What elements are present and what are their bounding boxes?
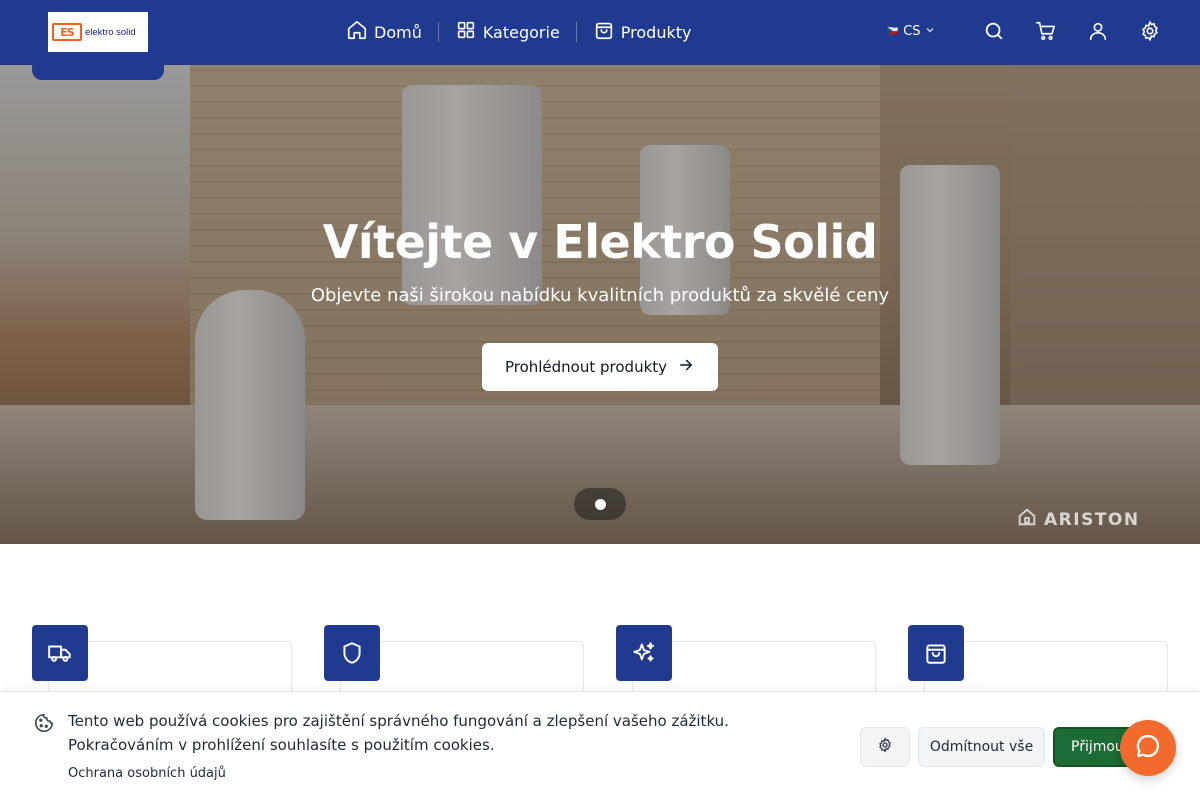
gear-icon [877,737,893,757]
nav-divider [575,22,577,42]
brand-watermark: ARISTON [1016,506,1140,533]
slider-pagination [574,488,626,520]
logo-mark: ES [52,23,82,41]
cart-icon[interactable] [1035,20,1059,44]
cookie-icon [33,712,55,734]
brand-watermark-text: ARISTON [1044,509,1140,530]
button-label: Prohlédnout produkty [504,358,668,376]
search-icon[interactable] [983,20,1007,44]
hero-banner: Vítejte v Elektro Solid Objevte naši šir… [0,65,1200,544]
sparkles-icon [616,625,672,681]
main-nav: Domů Kategorie Produkty [346,20,691,44]
top-navbar: ES elektro solid Domů Kategorie Produkty… [0,0,1200,80]
flag-icon: 🇨🇿 [887,26,900,37]
user-icon[interactable] [1087,20,1111,44]
nav-item-categories[interactable]: Kategorie [455,19,560,45]
cookie-consent-bar: Tento web používá cookies pro zajištění … [0,691,1200,800]
nav-divider [437,22,439,42]
home-icon [346,19,374,45]
hero-subtitle: Objevte naši širokou nabídku kvalitních … [310,285,890,306]
chat-icon [1134,732,1162,764]
language-code: CS [903,24,921,39]
slide-dot[interactable] [594,498,606,510]
nav-item-label: Domů [374,22,422,42]
privacy-policy-link[interactable]: Ochrana osobních údajů [68,766,226,781]
logo[interactable]: ES elektro solid [48,12,148,52]
nav-item-products[interactable]: Produkty [593,19,692,45]
arrow-right-icon [677,356,695,378]
language-selector[interactable]: 🇨🇿 CS [887,24,935,39]
logo-text: elektro solid [85,26,136,38]
nav-item-label: Produkty [620,22,692,42]
grid-icon [455,19,483,45]
house-icon [1016,506,1038,533]
browse-products-button[interactable]: Prohlédnout produkty [482,343,718,391]
hero-title: Vítejte v Elektro Solid [322,215,878,269]
chevron-down-icon [925,24,935,39]
nav-item-home[interactable]: Domů [346,19,422,45]
chat-button[interactable] [1120,720,1176,776]
cookie-message: Tento web používá cookies pro zajištění … [68,712,729,754]
shield-icon [324,625,380,681]
nav-item-label: Kategorie [482,22,560,42]
truck-icon [32,625,88,681]
reject-all-button[interactable]: Odmítnout vše [918,727,1045,767]
bag-icon [593,19,621,45]
settings-icon[interactable] [1139,20,1163,44]
cookie-settings-button[interactable] [860,727,910,767]
shopping-bag-icon [908,625,964,681]
